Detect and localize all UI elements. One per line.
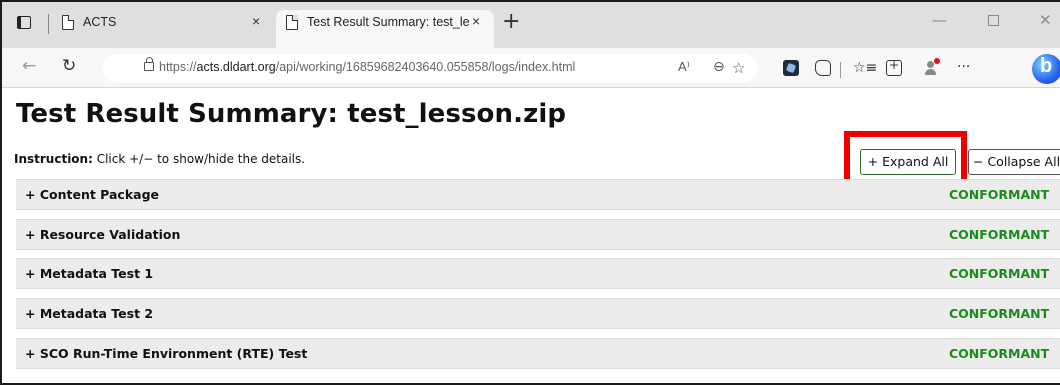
extension-icon[interactable] <box>783 60 799 76</box>
favorite-star-icon[interactable]: ☆ <box>732 59 745 77</box>
tab-title: Test Result Summary: test_lesson <box>307 15 469 29</box>
page-icon <box>286 15 298 30</box>
tab-title: ACTS <box>83 15 117 29</box>
status-badge: CONFORMANT <box>949 227 1050 242</box>
url-text[interactable]: https://acts.dldart.org/api/working/1685… <box>159 60 575 74</box>
maximize-button[interactable] <box>988 15 999 26</box>
tab-close-icon[interactable]: × <box>472 13 480 29</box>
bing-icon[interactable] <box>1032 54 1060 84</box>
url-host: acts.dldart.org <box>196 60 276 74</box>
window-close-button[interactable]: ✕ <box>1039 12 1052 28</box>
copilot-icon[interactable] <box>815 60 831 76</box>
tab-close-icon[interactable]: × <box>252 13 260 29</box>
profile-icon[interactable] <box>923 58 940 76</box>
page-content: Test Result Summary: test_lesson.zip Ins… <box>2 89 1060 383</box>
favorites-icon[interactable]: ☆≡ <box>853 60 877 76</box>
collapse-all-button[interactable]: − Collapse All <box>968 149 1060 175</box>
profile-head <box>927 61 934 68</box>
navigation-bar: ← ↻ https://acts.dldart.org/api/working/… <box>2 48 1060 88</box>
tab-divider <box>48 14 49 34</box>
lock-icon[interactable] <box>144 57 154 71</box>
browser-window: ACTS × Test Result Summary: test_lesson … <box>0 0 1060 385</box>
section-metadata-test-2[interactable]: + Metadata Test 2 CONFORMANT <box>16 298 1060 329</box>
status-badge: CONFORMANT <box>949 306 1050 321</box>
instruction-body: Click +/− to show/hide the details. <box>92 152 306 166</box>
tab-strip: ACTS × Test Result Summary: test_lesson … <box>2 2 1060 48</box>
section-label[interactable]: + Metadata Test 1 <box>25 266 153 281</box>
minimize-button[interactable]: — <box>932 12 947 28</box>
collections-icon[interactable] <box>886 58 902 76</box>
toolbar-divider <box>840 62 841 78</box>
back-button[interactable]: ← <box>22 56 36 76</box>
zoom-icon[interactable]: ⊖ <box>713 59 725 75</box>
tab-actions-icon[interactable] <box>16 14 34 32</box>
url-path: /api/working/16859682403640.055858/logs/… <box>275 60 576 74</box>
instruction-label: Instruction: <box>14 152 93 166</box>
address-bar[interactable]: https://acts.dldart.org/api/working/1685… <box>103 54 758 82</box>
more-icon[interactable]: ··· <box>957 60 973 76</box>
section-label[interactable]: + SCO Run-Time Environment (RTE) Test <box>25 346 307 361</box>
tab-acts[interactable]: ACTS × <box>52 10 275 48</box>
url-prefix: https:// <box>159 60 197 74</box>
section-resource-validation[interactable]: + Resource Validation CONFORMANT <box>16 219 1060 250</box>
section-label[interactable]: + Content Package <box>25 187 159 202</box>
profile-body <box>925 69 936 75</box>
new-tab-button[interactable]: + <box>502 10 520 34</box>
status-badge: CONFORMANT <box>949 187 1050 202</box>
section-label[interactable]: + Metadata Test 2 <box>25 306 153 321</box>
section-sco-rte-test[interactable]: + SCO Run-Time Environment (RTE) Test CO… <box>16 338 1060 369</box>
section-label[interactable]: + Resource Validation <box>25 227 180 242</box>
instruction-text: Instruction: Click +/− to show/hide the … <box>14 152 305 166</box>
section-metadata-test-1[interactable]: + Metadata Test 1 CONFORMANT <box>16 258 1060 289</box>
status-badge: CONFORMANT <box>949 266 1050 281</box>
section-content-package[interactable]: + Content Package CONFORMANT <box>16 179 1060 210</box>
page-icon <box>62 15 74 30</box>
notification-dot <box>934 58 940 64</box>
refresh-button[interactable]: ↻ <box>62 56 76 76</box>
read-aloud-icon[interactable]: A⁾ <box>678 59 690 75</box>
page-title: Test Result Summary: test_lesson.zip <box>16 99 567 129</box>
status-badge: CONFORMANT <box>949 346 1050 361</box>
tab-test-result-summary[interactable]: Test Result Summary: test_lesson × <box>276 10 494 48</box>
